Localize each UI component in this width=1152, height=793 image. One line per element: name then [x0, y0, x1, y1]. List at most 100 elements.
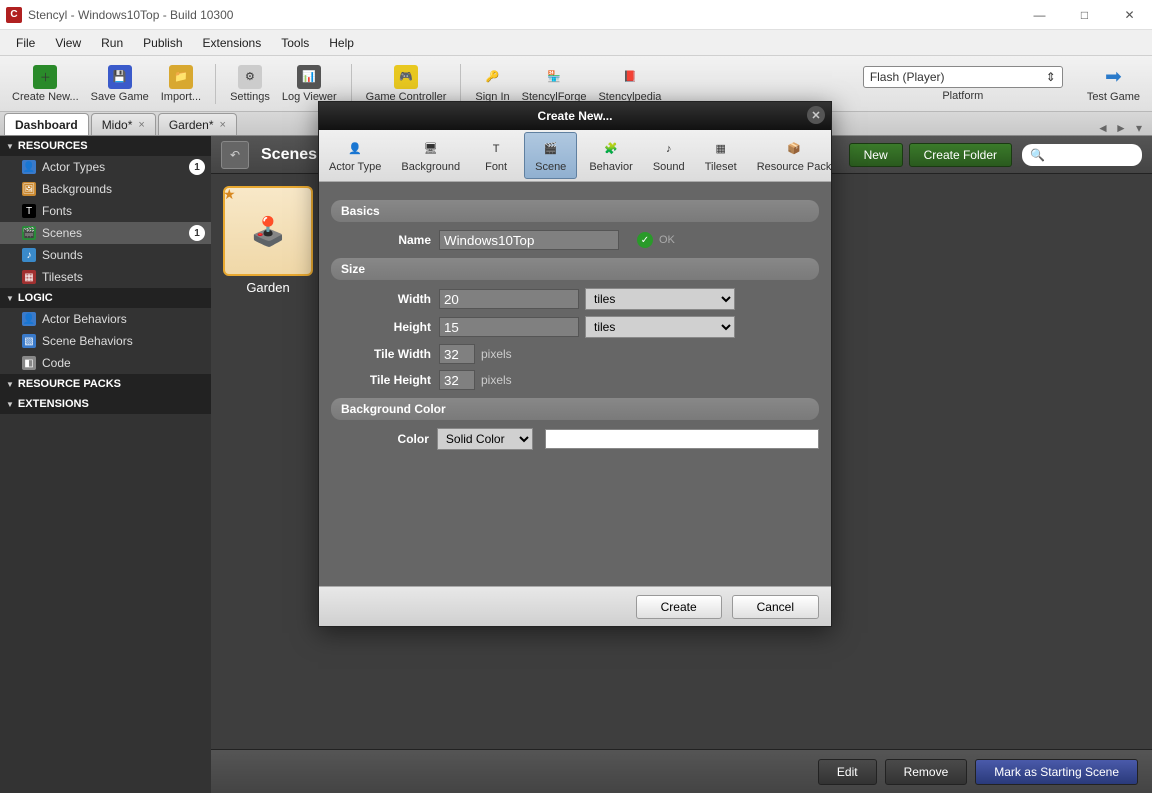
- dialog-tab-background[interactable]: 🖥Background: [391, 130, 470, 181]
- height-unit-select[interactable]: tiles: [585, 316, 735, 338]
- create-button[interactable]: Create: [636, 595, 722, 619]
- dialog-tab-behavior[interactable]: 🧩Behavior: [579, 130, 642, 181]
- menu-help[interactable]: Help: [319, 32, 364, 54]
- menu-view[interactable]: View: [45, 32, 91, 54]
- sidebar-group-logic[interactable]: LOGIC: [0, 288, 211, 308]
- search-icon: 🔍: [1030, 148, 1045, 162]
- dialog-tab-sound[interactable]: ♪Sound: [643, 130, 695, 181]
- cancel-button[interactable]: Cancel: [732, 595, 819, 619]
- close-button[interactable]: ✕: [1107, 0, 1152, 30]
- width-unit-select[interactable]: tiles: [585, 288, 735, 310]
- color-swatch[interactable]: [545, 429, 819, 449]
- remove-button[interactable]: Remove: [885, 759, 968, 785]
- sidebar-group-resource-packs[interactable]: RESOURCE PACKS: [0, 374, 211, 394]
- tile-height-label: Tile Height: [331, 373, 431, 387]
- dialog-tab-tileset[interactable]: ▦Tileset: [695, 130, 747, 181]
- sidebar-group-resources[interactable]: RESOURCES: [0, 136, 211, 156]
- sidebar-item-fonts[interactable]: TFonts: [0, 200, 211, 222]
- create-new-dialog: Create New... ✕ 👤Actor Type🖥BackgroundTF…: [318, 101, 832, 627]
- tileset-icon: ▦: [711, 139, 731, 159]
- sidebar-item-actor-behaviors[interactable]: 👤Actor Behaviors: [0, 308, 211, 330]
- scene-icon: 🎬: [541, 139, 561, 159]
- sidebar-item-sounds[interactable]: ♪Sounds: [0, 244, 211, 266]
- create-folder-button[interactable]: Create Folder: [909, 143, 1012, 167]
- tile-width-input[interactable]: [439, 344, 475, 364]
- name-label: Name: [331, 233, 431, 247]
- mark-starting-button[interactable]: Mark as Starting Scene: [975, 759, 1138, 785]
- dialog-body: Basics Name ✓ OK Size Width tiles Height…: [319, 182, 831, 586]
- minimize-button[interactable]: —: [1017, 0, 1062, 30]
- sidebar-item-tilesets[interactable]: ▦Tilesets: [0, 266, 211, 288]
- dialog-tab-resource-pack[interactable]: 📦Resource Pack: [747, 130, 842, 181]
- tab-nav-next[interactable]: ►: [1112, 121, 1130, 135]
- width-input[interactable]: [439, 289, 579, 309]
- scene-icon: 🎬: [22, 226, 36, 240]
- menu-extensions[interactable]: Extensions: [193, 32, 272, 54]
- menu-publish[interactable]: Publish: [133, 32, 192, 54]
- platform-label: Platform: [942, 90, 983, 102]
- scene-thumbnail: ★ 🕹️: [223, 186, 313, 276]
- actor-type-icon: 👤: [345, 139, 365, 159]
- tool-test-game[interactable]: ➡Test Game: [1081, 58, 1146, 110]
- height-input[interactable]: [439, 317, 579, 337]
- create-new-button[interactable]: New: [849, 143, 903, 167]
- titlebar: C Stencyl - Windows10Top - Build 10300 —…: [0, 0, 1152, 30]
- tool-import[interactable]: 📁Import...: [155, 58, 207, 110]
- play-arrow-icon: ➡: [1101, 65, 1125, 89]
- tool-save-game[interactable]: 💾Save Game: [85, 58, 155, 110]
- tab-nav-prev[interactable]: ◄: [1094, 121, 1112, 135]
- resource-pack-icon: 📦: [784, 139, 804, 159]
- dialog-tab-scene[interactable]: 🎬Scene: [524, 132, 577, 179]
- tab-close-icon[interactable]: ×: [220, 119, 226, 131]
- key-icon: 🔑: [481, 65, 505, 89]
- section-bgcolor: Background Color: [331, 398, 819, 420]
- tool-create-new[interactable]: ＋Create New...: [6, 58, 85, 110]
- sidebar-group-extensions[interactable]: EXTENSIONS: [0, 394, 211, 414]
- count-badge: 1: [189, 225, 205, 241]
- book-icon: 📕: [618, 65, 642, 89]
- maximize-button[interactable]: □: [1062, 0, 1107, 30]
- menu-run[interactable]: Run: [91, 32, 133, 54]
- tool-settings[interactable]: ⚙Settings: [224, 58, 276, 110]
- sidebar-item-code[interactable]: ◧Code: [0, 352, 211, 374]
- platform-select[interactable]: Flash (Player)⇕: [863, 66, 1063, 88]
- name-input[interactable]: [439, 230, 619, 250]
- scenebeh-icon: ▧: [22, 334, 36, 348]
- menu-file[interactable]: File: [6, 32, 45, 54]
- behavior-icon: 🧩: [601, 139, 621, 159]
- sidebar-item-backgrounds[interactable]: 🖼Backgrounds: [0, 178, 211, 200]
- dialog-tab-font[interactable]: TFont: [470, 130, 522, 181]
- search-input[interactable]: 🔍: [1022, 144, 1142, 166]
- section-basics: Basics: [331, 200, 819, 222]
- window-title: Stencyl - Windows10Top - Build 10300: [28, 8, 233, 22]
- ok-text: OK: [659, 234, 675, 246]
- count-badge: 1: [189, 159, 205, 175]
- tab-nav-menu[interactable]: ▾: [1130, 121, 1148, 135]
- font-icon: T: [486, 139, 506, 159]
- tile-height-input[interactable]: [439, 370, 475, 390]
- dialog-close-button[interactable]: ✕: [807, 106, 825, 124]
- tab-garden[interactable]: Garden*×: [158, 113, 237, 135]
- sound-icon: ♪: [659, 139, 679, 159]
- code-icon: ◧: [22, 356, 36, 370]
- dialog-tab-actor-type[interactable]: 👤Actor Type: [319, 130, 391, 181]
- menubar: FileViewRunPublishExtensionsToolsHelp: [0, 30, 1152, 56]
- sidebar-item-actor-types[interactable]: 👤Actor Types1: [0, 156, 211, 178]
- actor-icon: 👤: [22, 312, 36, 326]
- dialog-titlebar: Create New... ✕: [319, 102, 831, 130]
- sidebar: RESOURCES👤Actor Types1🖼BackgroundsTFonts…: [0, 136, 211, 793]
- color-mode-select[interactable]: Solid Color: [437, 428, 533, 450]
- sidebar-item-scene-behaviors[interactable]: ▧Scene Behaviors: [0, 330, 211, 352]
- sidebar-item-scenes[interactable]: 🎬Scenes1: [0, 222, 211, 244]
- joystick-icon: 🕹️: [251, 215, 286, 248]
- menu-tools[interactable]: Tools: [271, 32, 319, 54]
- edit-button[interactable]: Edit: [818, 759, 877, 785]
- tab-close-icon[interactable]: ×: [138, 119, 144, 131]
- scene-item[interactable]: ★ 🕹️ Garden: [223, 186, 313, 295]
- folder-icon: 📁: [169, 65, 193, 89]
- height-label: Height: [331, 320, 431, 334]
- back-button[interactable]: ↶: [221, 141, 249, 169]
- save-icon: 💾: [108, 65, 132, 89]
- tab-mido[interactable]: Mido*×: [91, 113, 156, 135]
- tab-dashboard[interactable]: Dashboard: [4, 113, 89, 135]
